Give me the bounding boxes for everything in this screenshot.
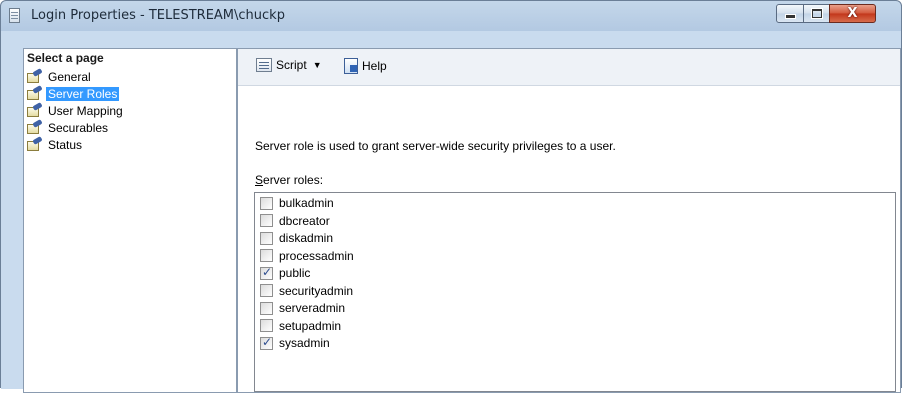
select-page-panel: Select a page General Server Roles User Ma… [23, 48, 237, 393]
role-label: sysadmin [279, 336, 330, 350]
script-icon [256, 58, 272, 72]
toolbar: Script ▼ Help [238, 49, 900, 86]
minimize-icon [784, 14, 796, 19]
role-item-sysadmin[interactable]: sysadmin [260, 335, 895, 351]
role-checkbox[interactable] [260, 265, 273, 280]
role-checkbox[interactable] [260, 214, 273, 227]
role-label: bulkadmin [279, 196, 334, 210]
page-properties-icon [27, 102, 43, 118]
role-label: dbcreator [279, 213, 330, 228]
minimize-button[interactable] [776, 4, 804, 23]
chevron-down-icon[interactable]: ▼ [313, 60, 322, 70]
title-bar[interactable]: Login Properties - TELESTREAM\chuckp X [1, 1, 901, 31]
role-item-processadmin[interactable]: processadmin [260, 248, 895, 264]
role-label: diskadmin [279, 231, 334, 245]
role-item-dbcreator[interactable]: dbcreator [260, 213, 895, 229]
sidebar-item-server-roles[interactable]: Server Roles [27, 85, 125, 102]
help-icon [344, 58, 358, 74]
role-label: serveradmin [279, 301, 346, 315]
window-title: Login Properties - TELESTREAM\chuckp [31, 8, 285, 23]
server-roles-label: Server roles: [255, 173, 323, 187]
page-list: General Server Roles User Mapping Securable… [27, 68, 125, 154]
maximize-icon [811, 9, 822, 18]
help-label: Help [362, 59, 387, 73]
close-button[interactable]: X [829, 4, 876, 23]
sidebar-item-label: Server Roles [46, 87, 120, 101]
page-properties-icon [27, 136, 43, 152]
role-checkbox[interactable] [260, 249, 273, 262]
server-roles-page: Script ▼ Help Server role is used to gra… [237, 48, 901, 393]
server-role-description: Server role is used to grant server-wide… [255, 139, 616, 153]
select-page-header: Select a page [27, 51, 104, 65]
help-button[interactable]: Help [344, 58, 387, 74]
role-checkbox[interactable] [260, 231, 273, 245]
sidebar-item-label: User Mapping [48, 104, 123, 118]
role-checkbox[interactable] [260, 284, 273, 297]
sidebar-item-label: Securables [48, 121, 109, 135]
window-frame-left [1, 31, 23, 389]
page-properties-icon [27, 119, 43, 135]
server-roles-list[interactable]: bulkadmin dbcreator diskadmin processadmin p… [254, 192, 896, 392]
script-button[interactable]: Script ▼ [256, 58, 322, 72]
role-item-bulkadmin[interactable]: bulkadmin [260, 195, 895, 211]
server-roles-label-text: erver roles: [263, 173, 324, 187]
window-icon [9, 8, 20, 23]
role-item-serveradmin[interactable]: serveradmin [260, 300, 895, 316]
page-properties-icon [27, 85, 43, 101]
role-item-securityadmin[interactable]: securityadmin [260, 283, 895, 299]
sidebar-item-label: Status [48, 138, 83, 152]
maximize-button[interactable] [803, 4, 830, 23]
role-checkbox[interactable] [260, 196, 273, 210]
login-properties-window: Login Properties - TELESTREAM\chuckp X S… [0, 0, 902, 393]
sidebar-item-user-mapping[interactable]: User Mapping [27, 102, 125, 119]
role-label: public [279, 266, 311, 280]
role-checkbox[interactable] [260, 301, 273, 315]
roles-list: bulkadmin dbcreator diskadmin processadmin p… [255, 193, 895, 351]
role-item-diskadmin[interactable]: diskadmin [260, 230, 895, 246]
close-icon: X [847, 6, 858, 21]
role-label: setupadmin [279, 318, 342, 333]
role-label: processadmin [279, 248, 354, 263]
role-checkbox[interactable] [260, 319, 273, 332]
role-item-public[interactable]: public [260, 265, 895, 281]
script-label: Script [276, 58, 307, 72]
server-roles-accelerator: S [255, 173, 264, 187]
role-checkbox[interactable] [260, 335, 273, 350]
role-item-setupadmin[interactable]: setupadmin [260, 318, 895, 334]
sidebar-item-securables[interactable]: Securables [27, 119, 125, 136]
role-label: securityadmin [279, 283, 354, 298]
page-properties-icon [27, 68, 43, 84]
sidebar-item-status[interactable]: Status [27, 136, 125, 153]
sidebar-item-general[interactable]: General [27, 68, 125, 85]
sidebar-item-label: General [48, 70, 91, 84]
